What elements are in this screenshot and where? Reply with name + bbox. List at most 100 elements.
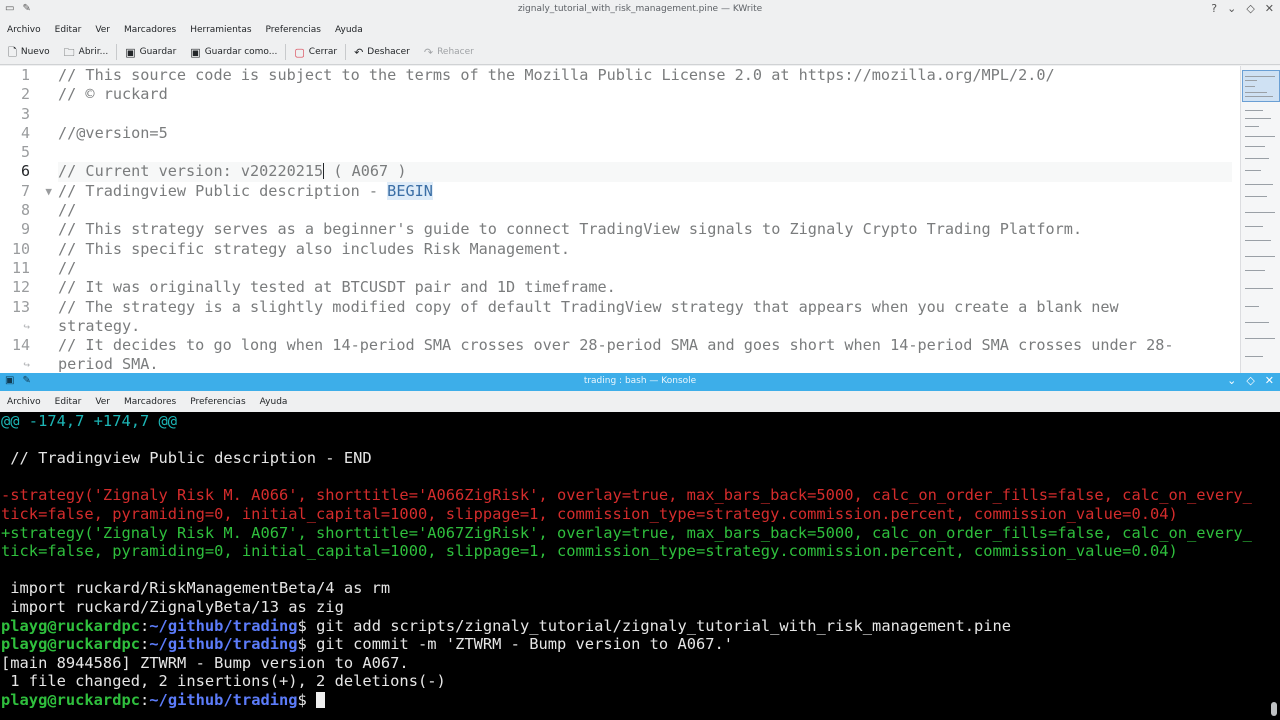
konsole-titlebar[interactable]: ▣ ✎ trading : bash — Konsole ⌄ ◇ ✕ [0,373,1280,391]
code-line: // The strategy is a slightly modified c… [58,297,1119,316]
code-line: // [58,258,77,277]
prompt-dollar: $ [297,616,317,635]
wrap-arrow-icon: ↪ [23,358,30,372]
menu-herramientas[interactable]: Herramientas [190,25,259,35]
search-highlight: BEGIN [387,181,433,200]
menu-ayuda[interactable]: Ayuda [260,397,288,407]
line-number: 8 [20,201,30,220]
code-line-wrapped: period SMA. [58,355,159,373]
konsole-title: trading : bash — Konsole [583,376,697,386]
code-line: // This specific strategy also includes … [58,239,571,258]
fold-arrow-icon[interactable]: ▼ [45,182,52,201]
line-number-with-fold: 7 ▼ [0,182,56,201]
save-as-button[interactable]: ▣ Guardar como... [190,47,277,58]
new-button[interactable]: 🗋 Nuevo [8,47,50,58]
prompt-line: playg@ruckardpc:~/github/trading$ git ad… [0,617,1268,636]
code-area[interactable]: // This source code is subject to the te… [58,66,1232,373]
konsole-menubar: Archivo Editar Ver Marcadores Preferenci… [0,391,1280,412]
diff-deleted-line: tick=false, pyramiding=0, initial_capita… [1,504,1178,523]
menu-ver[interactable]: Ver [95,397,110,407]
close-icon[interactable]: ✕ [1265,374,1274,387]
line-number: 13 [11,297,30,316]
code-line: // © ruckard [58,85,168,104]
command-text: git commit -m 'ZTWRM - Bump version to A… [316,635,734,654]
code-text: // Current version: v20220215 [58,162,324,181]
line-number: 2 [20,85,30,104]
line-number-current: 6 [20,162,30,181]
code-text: ( A067 ) [324,162,407,181]
code-line-wrapped: strategy. [58,316,141,335]
undo-button[interactable]: ↶ Deshacer [354,47,410,58]
line-number: 3 [20,104,30,123]
save-label: Guardar [139,47,177,57]
command-output: [main 8944586] ZTWRM - Bump version to A… [1,653,409,672]
minimize-icon[interactable]: ⌄ [1227,374,1236,387]
menu-ayuda[interactable]: Ayuda [335,25,371,35]
open-button[interactable]: 🗀 Abrir... [64,47,109,58]
close-icon[interactable]: ✕ [1265,2,1274,15]
code-line-current: // Current version: v20220215 ( A067 ) [58,162,1232,182]
maximize-icon[interactable]: ◇ [1246,2,1254,15]
code-editor[interactable]: 1 2 3 4 5 6 7 ▼ 8 9 10 11 12 13 ↪ 14 ↪ //… [0,66,1240,373]
new-label: Nuevo [20,47,50,57]
diff-context-line: import ruckard/ZignalyBeta/13 as zig [1,597,344,616]
code-line: // It decides to go long when 14-period … [58,336,1174,355]
terminal-output[interactable]: @@ -174,7 +174,7 @@ // Tradingview Publi… [0,412,1268,720]
konsole-window: ▣ ✎ trading : bash — Konsole ⌄ ◇ ✕ Archi… [0,373,1280,720]
code-line: // This source code is subject to the te… [58,66,1055,84]
prompt-separator: : [140,635,150,654]
line-number-gutter: 1 2 3 4 5 6 7 ▼ 8 9 10 11 12 13 ↪ 14 ↪ [0,66,56,373]
prompt-user: playg@ruckardpc [1,635,140,654]
redo-button[interactable]: ↷ Rehacer [424,47,474,58]
kwrite-window: ▭ ✎ zignaly_tutorial_with_risk_managemen… [0,0,1280,373]
menu-preferencias[interactable]: Preferencias [190,397,245,407]
toolbar-separator [285,44,287,60]
prompt-user: playg@ruckardpc [1,690,140,709]
prompt-user: playg@ruckardpc [1,616,140,635]
minimap-scrollbar[interactable] [1240,66,1280,373]
toolbar-separator [116,44,118,60]
wrap-arrow-icon: ↪ [23,319,30,333]
line-number: 4 [20,123,30,142]
kwrite-title: zignaly_tutorial_with_risk_management.pi… [517,4,763,14]
scrollbar-thumb[interactable] [1271,702,1277,716]
diff-added-line: +strategy('Zignaly Risk M. A067', shortt… [1,523,1252,542]
code-line: // This strategy serves as a beginner's … [58,220,1083,239]
maximize-icon[interactable]: ◇ [1246,374,1254,387]
menu-marcadores[interactable]: Marcadores [124,397,176,407]
kwrite-titlebar[interactable]: ▭ ✎ zignaly_tutorial_with_risk_managemen… [0,0,1280,19]
code-line: //@version=5 [58,123,168,142]
diff-context-line: import ruckard/RiskManagementBeta/4 as r… [1,579,391,598]
kwrite-menubar: Archivo Editar Ver Marcadores Herramient… [0,19,1280,40]
prompt-path: ~/github/trading [149,690,298,709]
line-number: 1 [20,66,30,84]
prompt-path: ~/github/trading [149,616,298,635]
redo-icon: ↷ [423,45,434,59]
menu-editar[interactable]: Editar [55,25,90,35]
close-document-button[interactable]: ▢ Cerrar [294,47,337,58]
prompt-line: playg@ruckardpc:~/github/trading$ git co… [0,635,1268,654]
toolbar-separator [345,44,347,60]
help-icon[interactable]: ? [1211,2,1217,15]
menu-preferencias[interactable]: Preferencias [266,25,329,35]
prompt-dollar: $ [297,635,317,654]
menu-archivo[interactable]: Archivo [7,397,41,407]
wrap-marker: ↪ [0,355,56,373]
menu-archivo[interactable]: Archivo [7,25,49,35]
menu-ver[interactable]: Ver [95,25,118,35]
line-number: 5 [20,143,30,162]
prompt-separator: : [140,616,150,635]
save-button[interactable]: ▣ Guardar [125,47,176,58]
prompt-separator: : [140,690,150,709]
command-text: git add scripts/zignaly_tutorial/zignaly… [316,616,1012,635]
close-label: Cerrar [308,47,338,57]
prompt-line-active[interactable]: playg@ruckardpc:~/github/trading$ [0,691,1268,710]
menu-marcadores[interactable]: Marcadores [124,25,184,35]
wrap-marker: ↪ [0,317,56,336]
open-label: Abrir... [78,47,109,57]
terminal-scrollbar[interactable] [1268,412,1280,720]
save-as-icon: ▣ [190,45,201,59]
minimize-icon[interactable]: ⌄ [1227,2,1236,15]
menu-editar[interactable]: Editar [55,397,82,407]
